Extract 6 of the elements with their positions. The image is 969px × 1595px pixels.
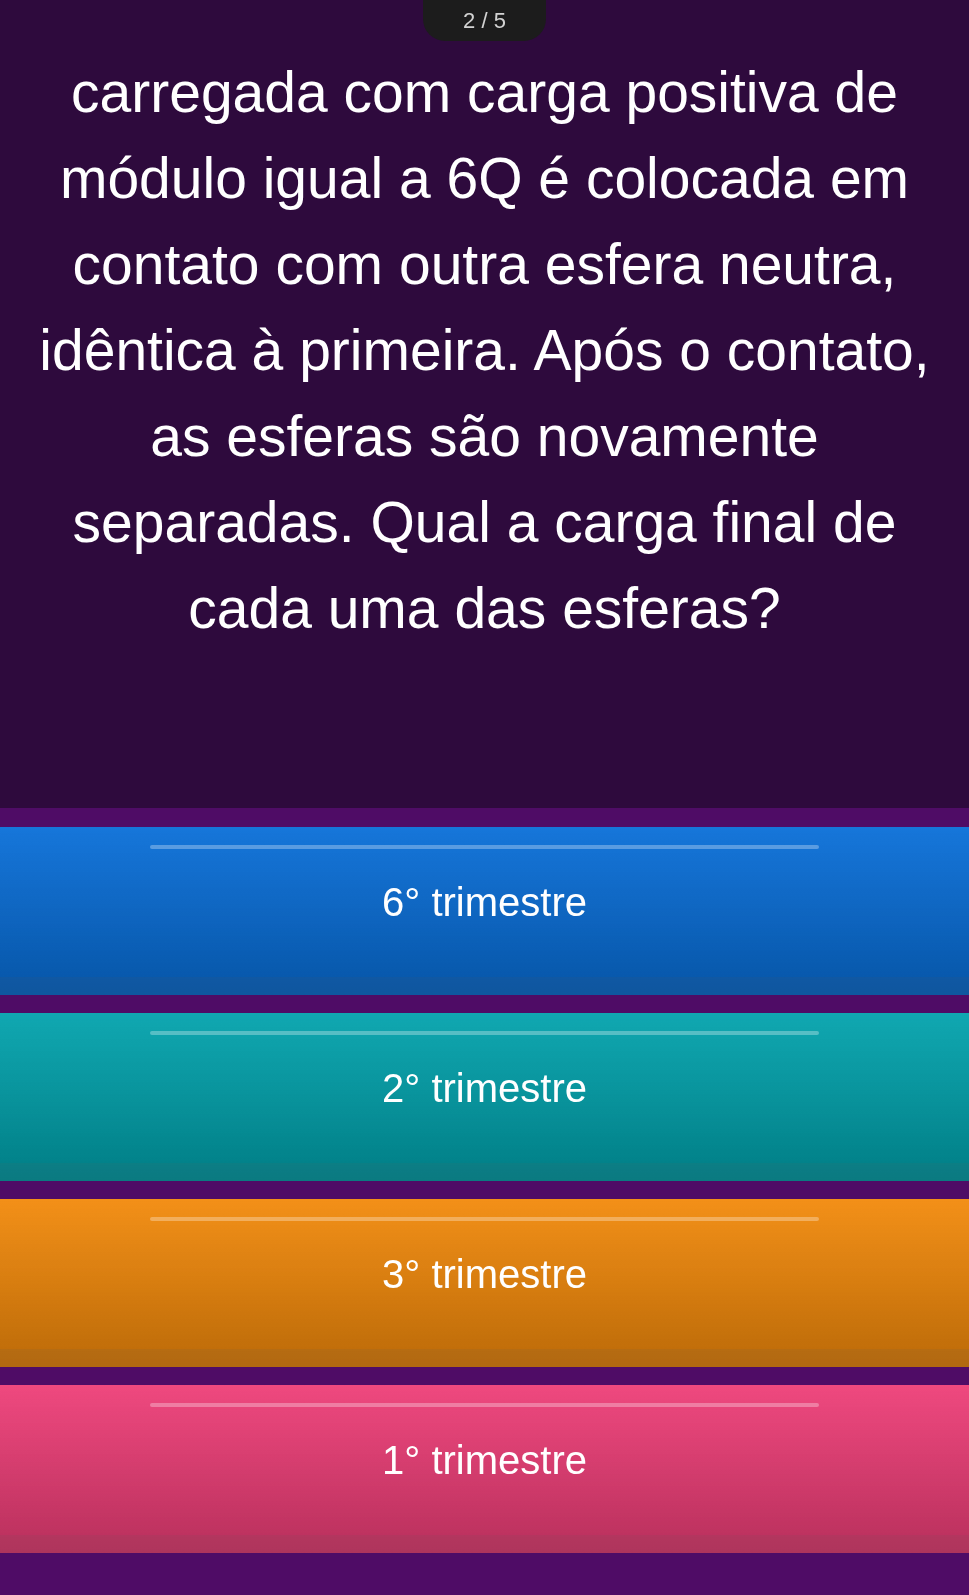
answer-option[interactable]: 2° trimestre [0, 1013, 969, 1181]
question-counter: 2 / 5 [423, 0, 546, 41]
answer-option[interactable]: 6° trimestre [0, 827, 969, 995]
answer-option[interactable]: 3° trimestre [0, 1199, 969, 1367]
question-text: carregada com carga positiva de módulo igual a 6Q é colocada em contato com outra esfera neutra, idêntica à primeira. Após o contato, as esferas são novamente separadas. Qual a carga final de cada uma das esferas? [38, 59, 931, 642]
answer-option[interactable]: 1° trimestre [0, 1385, 969, 1553]
